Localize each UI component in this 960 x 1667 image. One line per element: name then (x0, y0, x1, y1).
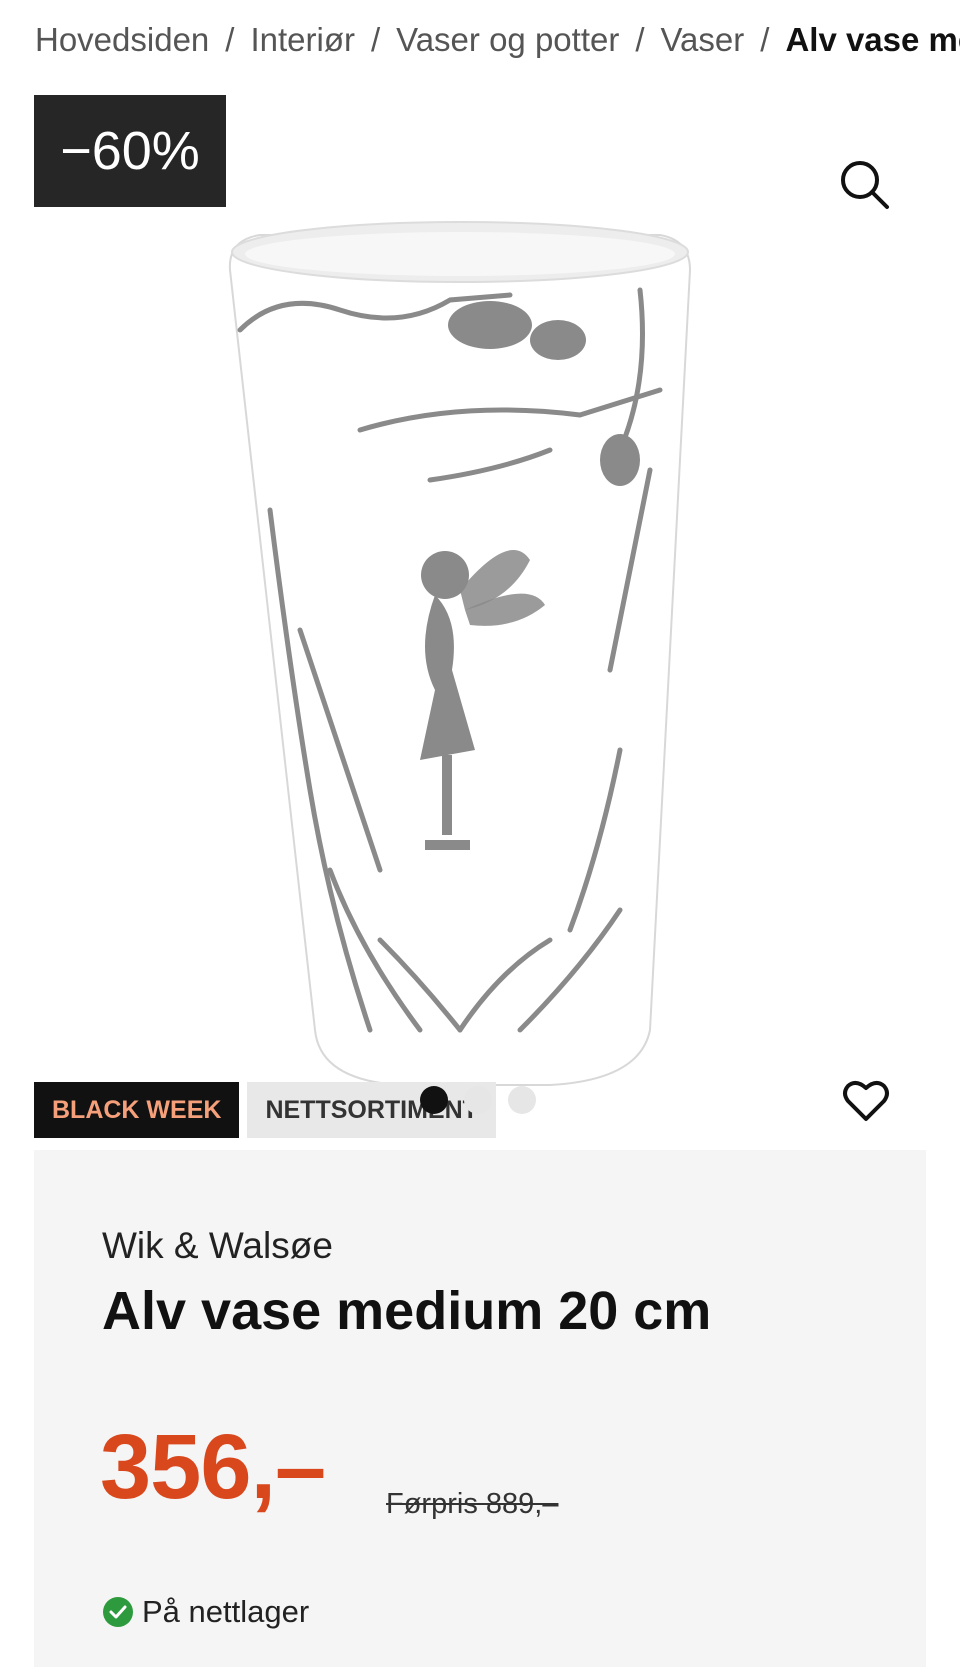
check-circle-icon (103, 1597, 133, 1627)
breadcrumb-separator: / (370, 21, 381, 58)
breadcrumb-current: Alv vase medium 20 cm (785, 21, 960, 58)
breadcrumb-vases-pots[interactable]: Vaser og potter (396, 21, 619, 58)
gallery-dot-2[interactable] (464, 1086, 492, 1114)
search-icon[interactable] (835, 155, 895, 215)
stock-label: På nettlager (142, 1594, 310, 1629)
gallery-pagination (420, 1086, 536, 1114)
breadcrumb-vases[interactable]: Vaser (661, 21, 745, 58)
stock-status: På nettlager (102, 1594, 309, 1630)
product-brand[interactable]: Wik & Walsøe (102, 1225, 333, 1267)
gallery-dot-3[interactable] (508, 1086, 536, 1114)
current-price: 356,– (100, 1416, 326, 1518)
discount-badge: −60% (34, 95, 226, 207)
breadcrumb-separator: / (225, 21, 235, 58)
breadcrumb-separator: / (635, 21, 645, 58)
heart-icon[interactable] (840, 1075, 892, 1127)
gallery-dot-1[interactable] (420, 1086, 448, 1114)
product-info: Wik & Walsøe Alv vase medium 20 cm 356,–… (34, 1150, 926, 1667)
breadcrumb-separator: / (760, 21, 770, 58)
black-week-tag: BLACK WEEK (34, 1082, 240, 1138)
previous-price: Førpris 889,– (386, 1488, 559, 1520)
product-gallery[interactable]: −60% BLACK WEEK NETTSORTIMENT (0, 90, 960, 1140)
breadcrumb-interior[interactable]: Interiør (250, 21, 355, 58)
product-image[interactable] (220, 150, 740, 1090)
breadcrumb: Hovedsiden / Interiør / Vaser og potter / Vase… (35, 14, 960, 66)
breadcrumb-home[interactable]: Hovedsiden (35, 21, 209, 58)
product-title: Alv vase medium 20 cm (102, 1281, 712, 1341)
